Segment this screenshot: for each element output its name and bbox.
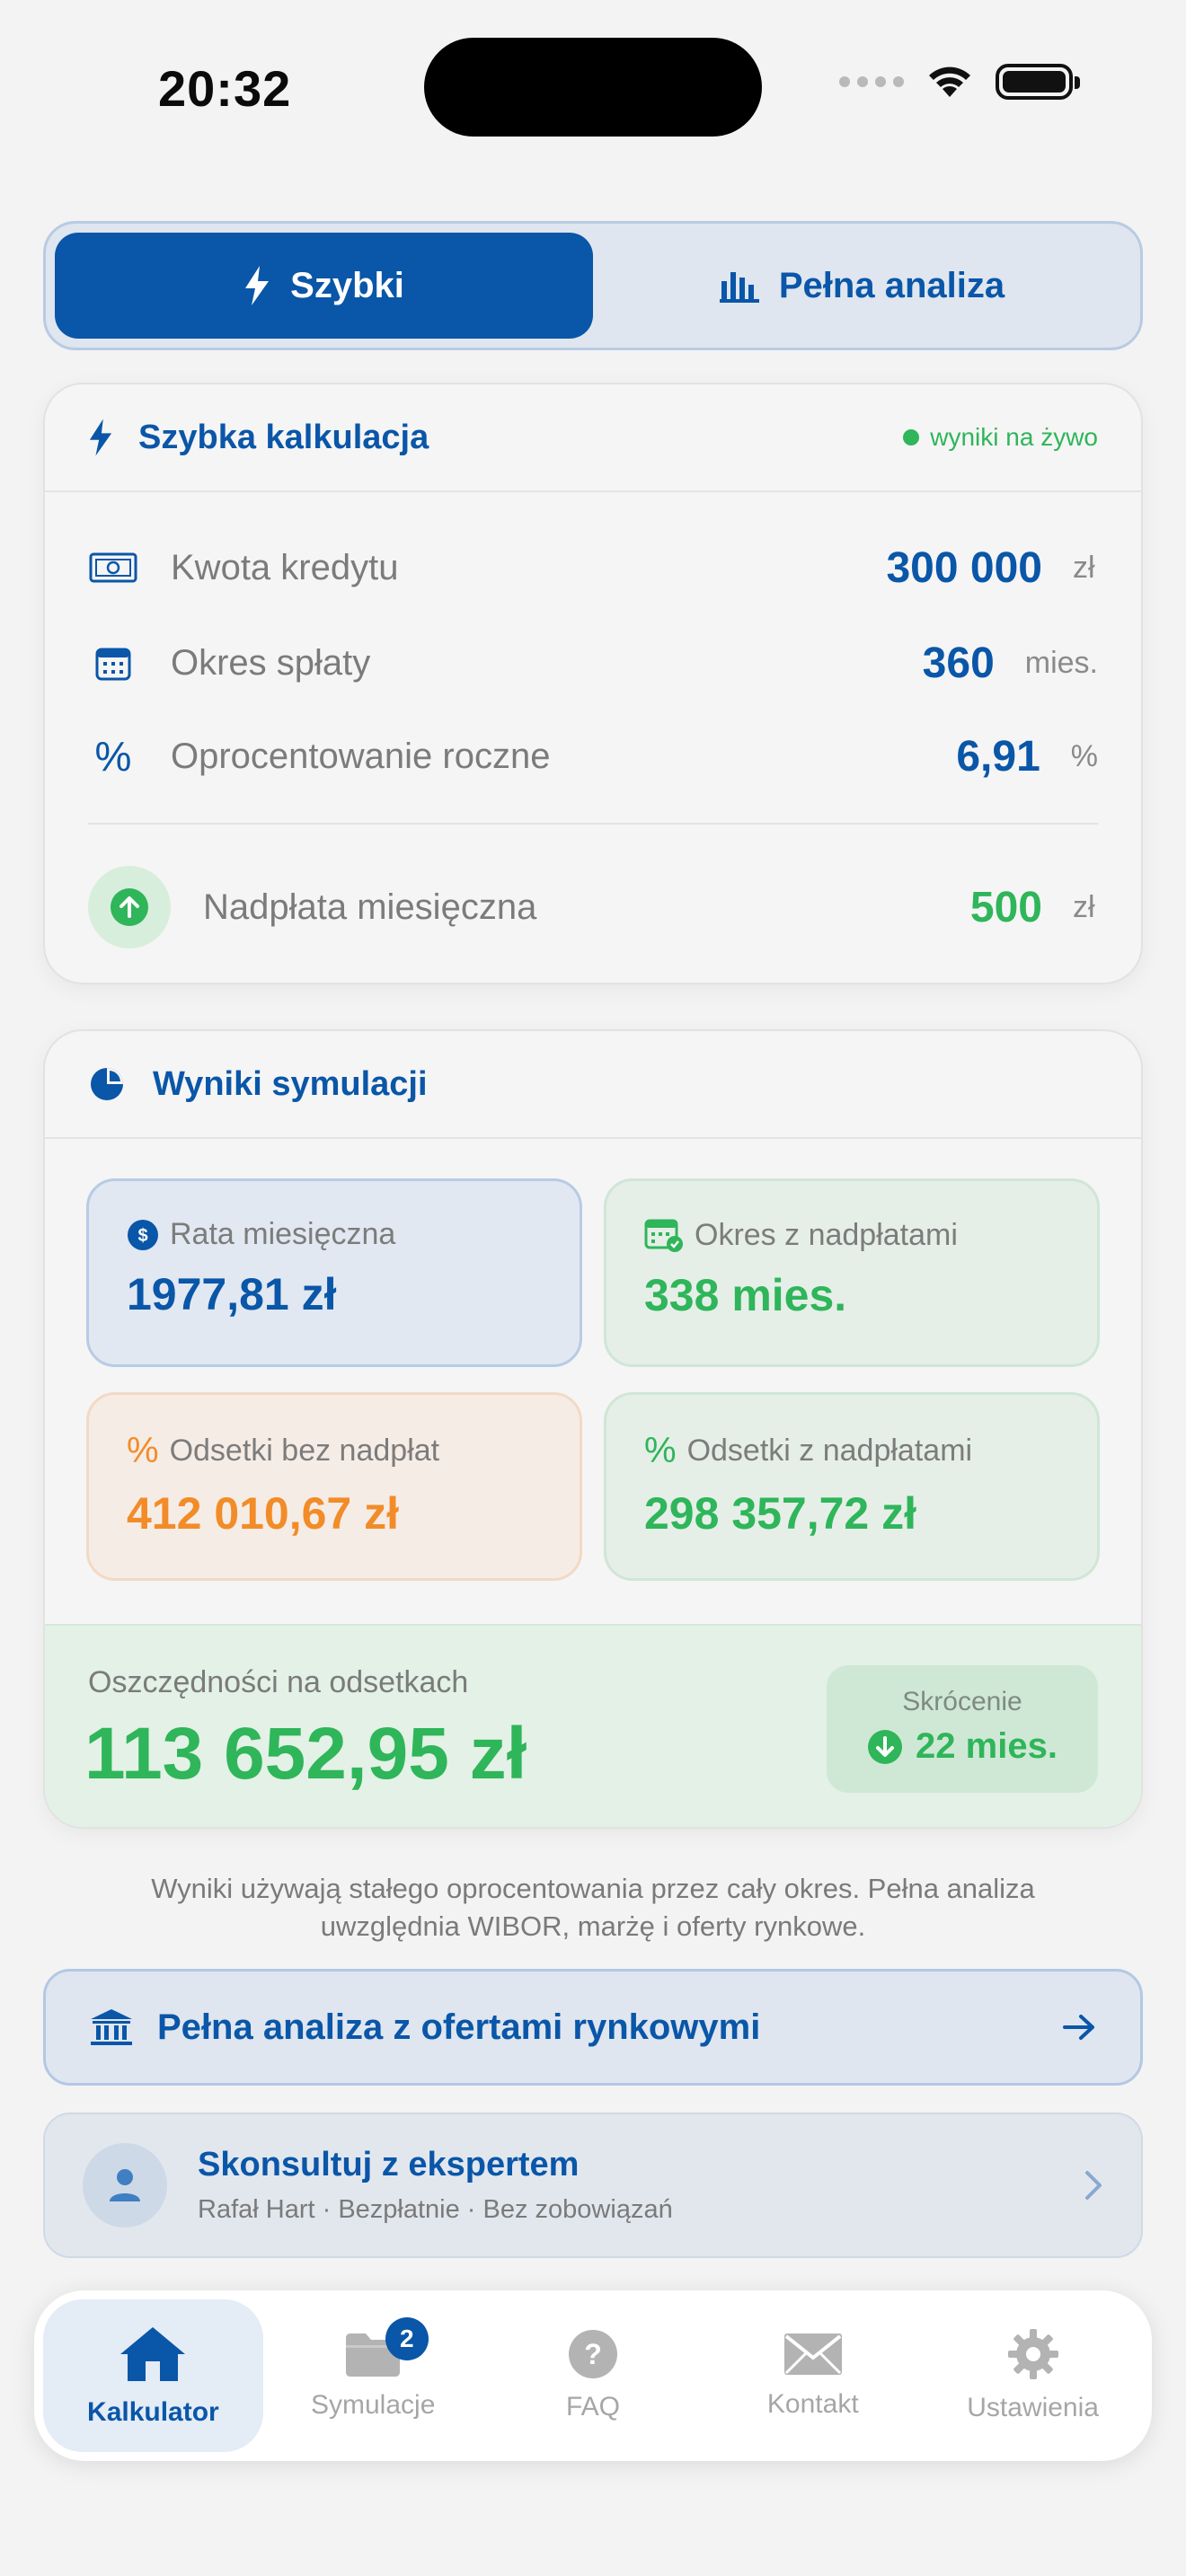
monthly-installment-value: 1977,81 zł — [127, 1269, 337, 1319]
status-icons — [839, 63, 1080, 101]
dollar-circle-icon: $ — [128, 1219, 158, 1250]
tab-simulations-label: Symulacje — [311, 2390, 436, 2420]
bottom-tab-bar: Kalkulator Symulacje 2 ? FAQ Kontakt Ust… — [34, 2290, 1152, 2461]
arrow-right-icon — [1063, 2015, 1094, 2040]
interest-savings-value: 113 652,95 zł — [84, 1713, 527, 1795]
arrow-down-circle-icon — [868, 1729, 903, 1764]
interest-rate-value[interactable]: 6,91 — [956, 732, 1040, 781]
shortening-label: Skrócenie — [902, 1687, 1022, 1716]
interest-with-overpayments-label: Odsetki z nadpłatami — [686, 1434, 973, 1468]
quick-card-divider — [88, 823, 1098, 825]
envelope-icon — [783, 2333, 842, 2375]
interest-without-overpayments-tile: % Odsetki bez nadpłat 412 010,67 zł — [86, 1392, 582, 1581]
interest-rate-label: Oprocentowanie roczne — [171, 736, 551, 776]
person-icon — [110, 2169, 140, 2201]
bolt-icon — [89, 419, 112, 456]
monthly-installment-label: Rata miesięczna — [170, 1217, 396, 1251]
status-time: 20:32 — [158, 60, 292, 117]
loan-amount-label: Kwota kredytu — [171, 547, 399, 587]
interest-without-overpayments-value: 412 010,67 zł — [127, 1488, 400, 1539]
interest-without-overpayments-label: Odsetki bez nadpłat — [169, 1434, 440, 1468]
battery-icon — [996, 64, 1080, 100]
live-results-indicator: wyniki na żywo — [903, 423, 1098, 452]
monthly-overpayment-row[interactable]: Nadpłata miesięczna 500 zł — [88, 866, 1098, 948]
period-with-overpayments-tile: Okres z nadpłatami 338 mies. — [604, 1178, 1100, 1367]
consult-expert-button[interactable]: Skonsultuj z ekspertem Rafał Hart · Bezp… — [43, 2113, 1143, 2258]
tab-quick[interactable]: Szybki — [55, 233, 593, 339]
repayment-period-unit: mies. — [1024, 645, 1098, 680]
quick-calculation-card: Szybka kalkulacja wyniki na żywo Kwota k… — [43, 383, 1143, 984]
bar-chart-icon — [719, 272, 759, 303]
period-with-overpayments-label: Okres z nadpłatami — [695, 1217, 958, 1252]
live-results-label: wyniki na żywo — [930, 423, 1098, 451]
loan-amount-value[interactable]: 300 000 — [886, 543, 1042, 593]
chevron-right-icon — [1085, 2171, 1102, 2200]
calendar-check-icon — [644, 1219, 683, 1252]
simulation-results-card: Wyniki symulacji $ Rata miesięczna 1977,… — [43, 1029, 1143, 1829]
repayment-period-row[interactable]: Okres spłaty 360 mies. — [88, 627, 1098, 699]
interest-savings-panel: Oszczędności na odsetkach 113 652,95 zł … — [45, 1624, 1141, 1827]
consult-expert-subtitle: Rafał Hart · Bezpłatnie · Bez zobowiązań — [198, 2195, 673, 2224]
interest-with-overpayments-tile: % Odsetki z nadpłatami 298 357,72 zł — [604, 1392, 1100, 1581]
quick-card-title: Szybka kalkulacja — [138, 418, 429, 456]
arrow-up-circle-icon — [88, 866, 171, 948]
calendar-icon — [88, 645, 138, 681]
tab-simulations[interactable]: Symulacje 2 — [263, 2299, 483, 2452]
quick-card-header: Szybka kalkulacja wyniki na żywo — [45, 384, 1141, 492]
gear-icon — [1007, 2329, 1058, 2379]
period-with-overpayments-value: 338 mies. — [644, 1270, 847, 1320]
tab-calculator-label: Kalkulator — [87, 2397, 219, 2427]
home-icon — [120, 2327, 186, 2381]
full-analysis-button[interactable]: Pełna analiza z ofertami rynkowymi — [43, 1969, 1143, 2086]
cellular-signal-icon — [839, 76, 904, 87]
interest-rate-unit: % — [1070, 738, 1098, 773]
monthly-overpayment-label: Nadpłata miesięczna — [203, 887, 537, 927]
banknote-icon — [88, 552, 138, 583]
tab-calculator[interactable]: Kalkulator — [43, 2299, 263, 2452]
pie-chart-icon — [91, 1068, 123, 1100]
tab-full-analysis-label: Pełna analiza — [778, 265, 1005, 305]
results-card-header: Wyniki symulacji — [45, 1031, 1141, 1139]
wifi-icon — [929, 66, 970, 97]
interest-with-overpayments-value: 298 357,72 zł — [644, 1488, 917, 1539]
bolt-icon — [245, 266, 270, 305]
svg-text:$: $ — [137, 1226, 147, 1246]
shortening-badge: Skrócenie 22 mies. — [827, 1665, 1098, 1793]
dynamic-island — [424, 38, 762, 137]
consult-expert-title: Skonsultuj z ekspertem — [198, 2146, 580, 2183]
tab-quick-label: Szybki — [290, 265, 404, 305]
interest-savings-label: Oszczędności na odsetkach — [88, 1665, 469, 1699]
percent-icon: % — [644, 1431, 677, 1470]
avatar — [83, 2143, 167, 2228]
repayment-period-value[interactable]: 360 — [923, 639, 995, 688]
full-analysis-button-label: Pełna analiza z ofertami rynkowymi — [157, 2007, 761, 2047]
percent-icon: % — [94, 733, 132, 780]
loan-amount-row[interactable]: Kwota kredytu 300 000 zł — [88, 532, 1098, 604]
tab-settings-label: Ustawienia — [967, 2393, 1099, 2422]
tab-contact-label: Kontakt — [766, 2389, 859, 2419]
tab-faq[interactable]: ? FAQ — [483, 2299, 704, 2452]
tab-faq-label: FAQ — [565, 2392, 620, 2422]
tab-settings[interactable]: Ustawienia — [923, 2299, 1143, 2452]
question-circle-icon: ? — [568, 2330, 617, 2378]
repayment-period-label: Okres spłaty — [171, 642, 371, 683]
mode-segmented-control: Szybki Pełna analiza — [43, 221, 1143, 350]
monthly-overpayment-value[interactable]: 500 — [970, 883, 1042, 932]
results-card-title: Wyniki symulacji — [153, 1064, 428, 1103]
shortening-value: 22 mies. — [916, 1726, 1058, 1766]
tab-contact[interactable]: Kontakt — [703, 2299, 923, 2452]
svg-text:?: ? — [584, 2338, 602, 2370]
monthly-overpayment-unit: zł — [1073, 889, 1095, 924]
monthly-installment-tile: $ Rata miesięczna 1977,81 zł — [86, 1178, 582, 1367]
loan-amount-unit: zł — [1073, 550, 1095, 585]
tab-full-analysis[interactable]: Pełna analiza — [593, 233, 1131, 339]
bank-icon — [91, 2009, 132, 2045]
percent-icon: % — [127, 1431, 159, 1470]
disclaimer-note: Wyniki używają stałego oprocentowania pr… — [151, 1873, 1035, 1942]
interest-rate-row[interactable]: % Oprocentowanie roczne 6,91 % — [88, 720, 1098, 792]
simulations-count-badge: 2 — [385, 2317, 429, 2360]
